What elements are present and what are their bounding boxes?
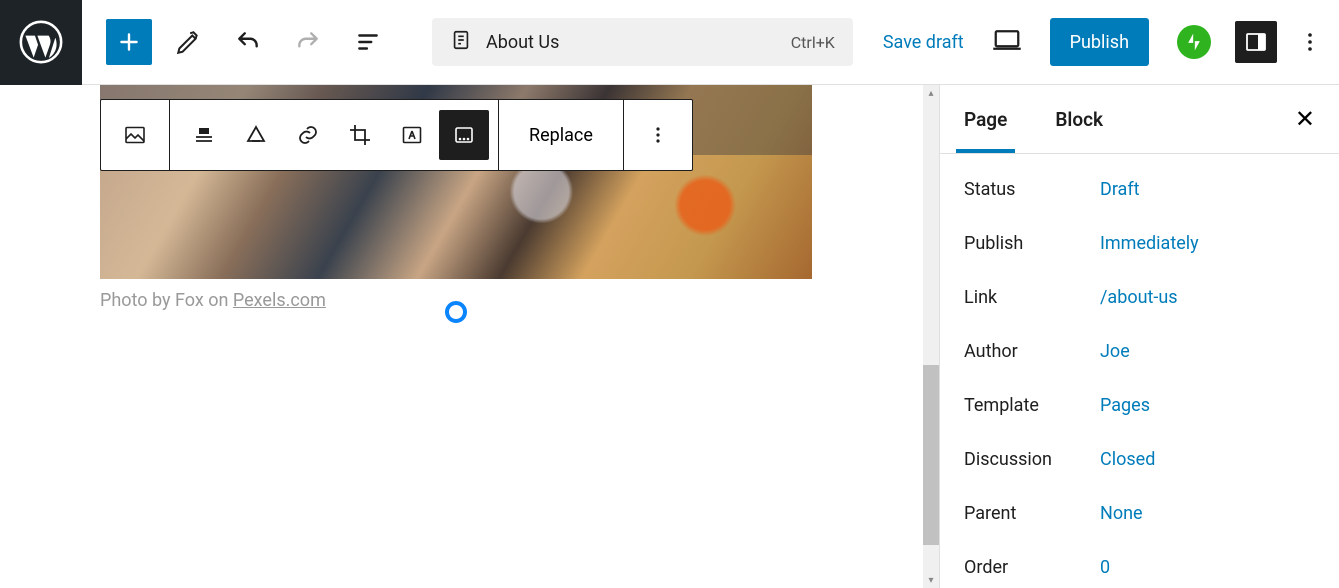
caption-prefix: Photo by Fox on [100,290,233,311]
wordpress-logo[interactable] [0,0,82,85]
scroll-down-icon[interactable]: ▾ [923,572,939,588]
tab-page[interactable]: Page [964,85,1007,153]
undo-icon[interactable] [224,18,272,66]
label-template: Template [964,395,1100,416]
label-publish: Publish [964,233,1100,254]
scroll-up-icon[interactable]: ▴ [923,85,939,101]
label-order: Order [964,557,1100,578]
sidebar-tabs: Page Block ✕ [940,85,1339,153]
block-type-image-icon[interactable] [110,110,160,160]
label-status: Status [964,179,1100,200]
label-author: Author [964,341,1100,362]
caption-link[interactable]: Pexels.com [233,290,326,311]
document-title: About Us [486,32,559,53]
crop-icon[interactable] [335,110,385,160]
row-parent: ParentNone [964,486,1315,540]
value-parent[interactable]: None [1100,503,1143,524]
resize-handle[interactable] [445,301,467,323]
redo-icon [284,18,332,66]
value-author[interactable]: Joe [1100,341,1130,362]
label-parent: Parent [964,503,1100,524]
scrollbar-thumb[interactable] [923,365,939,545]
document-bar[interactable]: About Us Ctrl+K [432,18,853,66]
caption-icon[interactable] [231,110,281,160]
tab-block[interactable]: Block [1055,85,1103,153]
settings-sidebar-toggle[interactable] [1235,21,1277,63]
replace-button[interactable]: Replace [507,125,615,146]
jetpack-icon[interactable] [1177,25,1211,59]
row-link: Link/about-us [964,270,1315,324]
label-discussion: Discussion [964,449,1100,470]
label-link: Link [964,287,1100,308]
value-discussion[interactable]: Closed [1100,449,1155,470]
options-icon[interactable] [1295,27,1325,57]
row-template: TemplatePages [964,378,1315,432]
canvas-scrollbar[interactable]: ▴ ▾ [923,85,939,588]
text-overlay-icon[interactable] [387,110,437,160]
page-icon [450,29,472,55]
value-publish[interactable]: Immediately [1100,233,1199,254]
summary-panel: StatusDraft PublishImmediately Link/abou… [940,154,1339,588]
block-toolbar: Replace [100,99,693,171]
add-block-button[interactable] [106,19,152,65]
align-icon[interactable] [179,110,229,160]
row-publish: PublishImmediately [964,216,1315,270]
row-discussion: DiscussionClosed [964,432,1315,486]
document-overview-icon[interactable] [344,18,392,66]
view-icon[interactable] [992,25,1022,59]
value-link[interactable]: /about-us [1100,287,1178,308]
editor-canvas[interactable]: Replace Photo by Fox on Pexels.com ▴ ▾ [0,85,939,588]
settings-sidebar: Page Block ✕ StatusDraft PublishImmediat… [939,85,1339,588]
value-status[interactable]: Draft [1100,179,1140,200]
close-icon[interactable]: ✕ [1295,105,1315,133]
value-template[interactable]: Pages [1100,395,1150,416]
document-shortcut: Ctrl+K [791,33,835,52]
link-icon[interactable] [283,110,333,160]
block-options-icon[interactable] [633,110,683,160]
publish-button[interactable]: Publish [1050,18,1149,66]
tools-icon[interactable] [164,18,212,66]
row-author: AuthorJoe [964,324,1315,378]
row-status: StatusDraft [964,162,1315,216]
save-draft-link[interactable]: Save draft [883,32,964,53]
duotone-filter-icon[interactable] [439,110,489,160]
row-order: Order0 [964,540,1315,588]
top-toolbar: About Us Ctrl+K Save draft Publish [0,0,1339,85]
value-order[interactable]: 0 [1100,557,1110,578]
